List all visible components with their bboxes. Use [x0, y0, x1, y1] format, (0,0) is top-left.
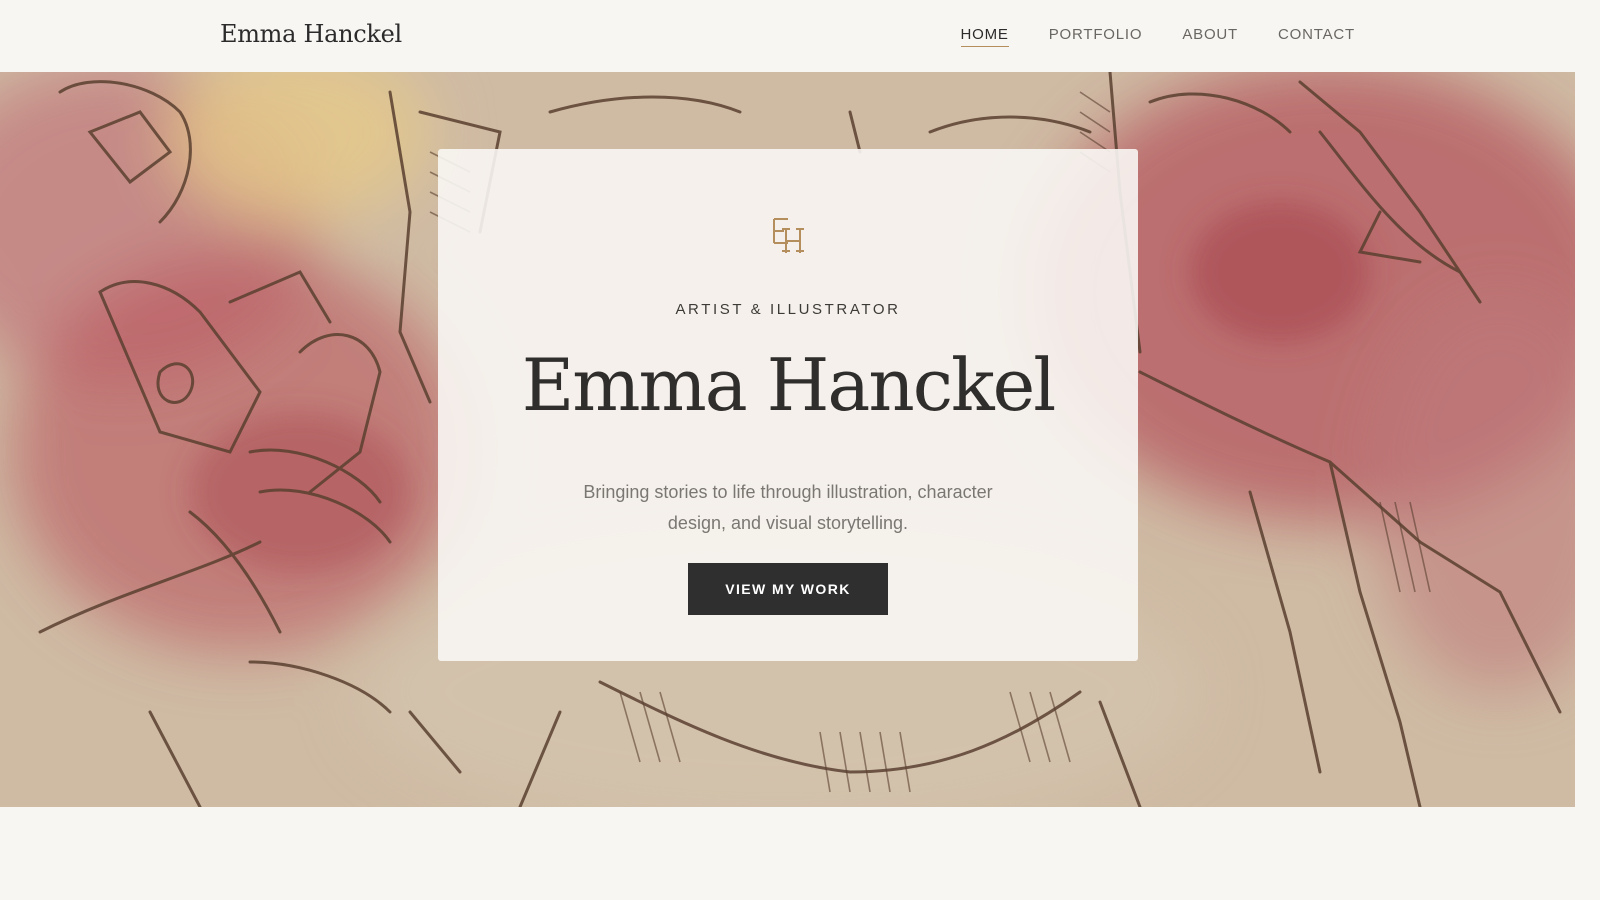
nav-portfolio[interactable]: PORTFOLIO	[1049, 26, 1143, 47]
site-brand[interactable]: Emma Hanckel	[220, 20, 402, 48]
hero-eyebrow: ARTIST & ILLUSTRATOR	[675, 301, 901, 318]
hero-title: Emma Hanckel	[521, 343, 1057, 427]
view-my-work-button[interactable]: VIEW MY WORK	[688, 563, 888, 615]
nav-about[interactable]: ABOUT	[1182, 26, 1238, 47]
hero-card: ARTIST & ILLUSTRATOR Emma Hanckel Bringi…	[438, 149, 1138, 661]
site-header: Emma Hanckel HOME PORTFOLIO ABOUT CONTAC…	[0, 0, 1575, 72]
hero-section: ARTIST & ILLUSTRATOR Emma Hanckel Bringi…	[0, 72, 1575, 807]
main-nav: HOME PORTFOLIO ABOUT CONTACT	[960, 26, 1355, 47]
nav-contact[interactable]: CONTACT	[1278, 26, 1355, 47]
eh-monogram-icon	[438, 215, 1138, 255]
nav-home[interactable]: HOME	[960, 26, 1009, 47]
hero-tagline: Bringing stories to life through illustr…	[583, 482, 993, 533]
eh-monogram-graphic	[773, 218, 804, 253]
